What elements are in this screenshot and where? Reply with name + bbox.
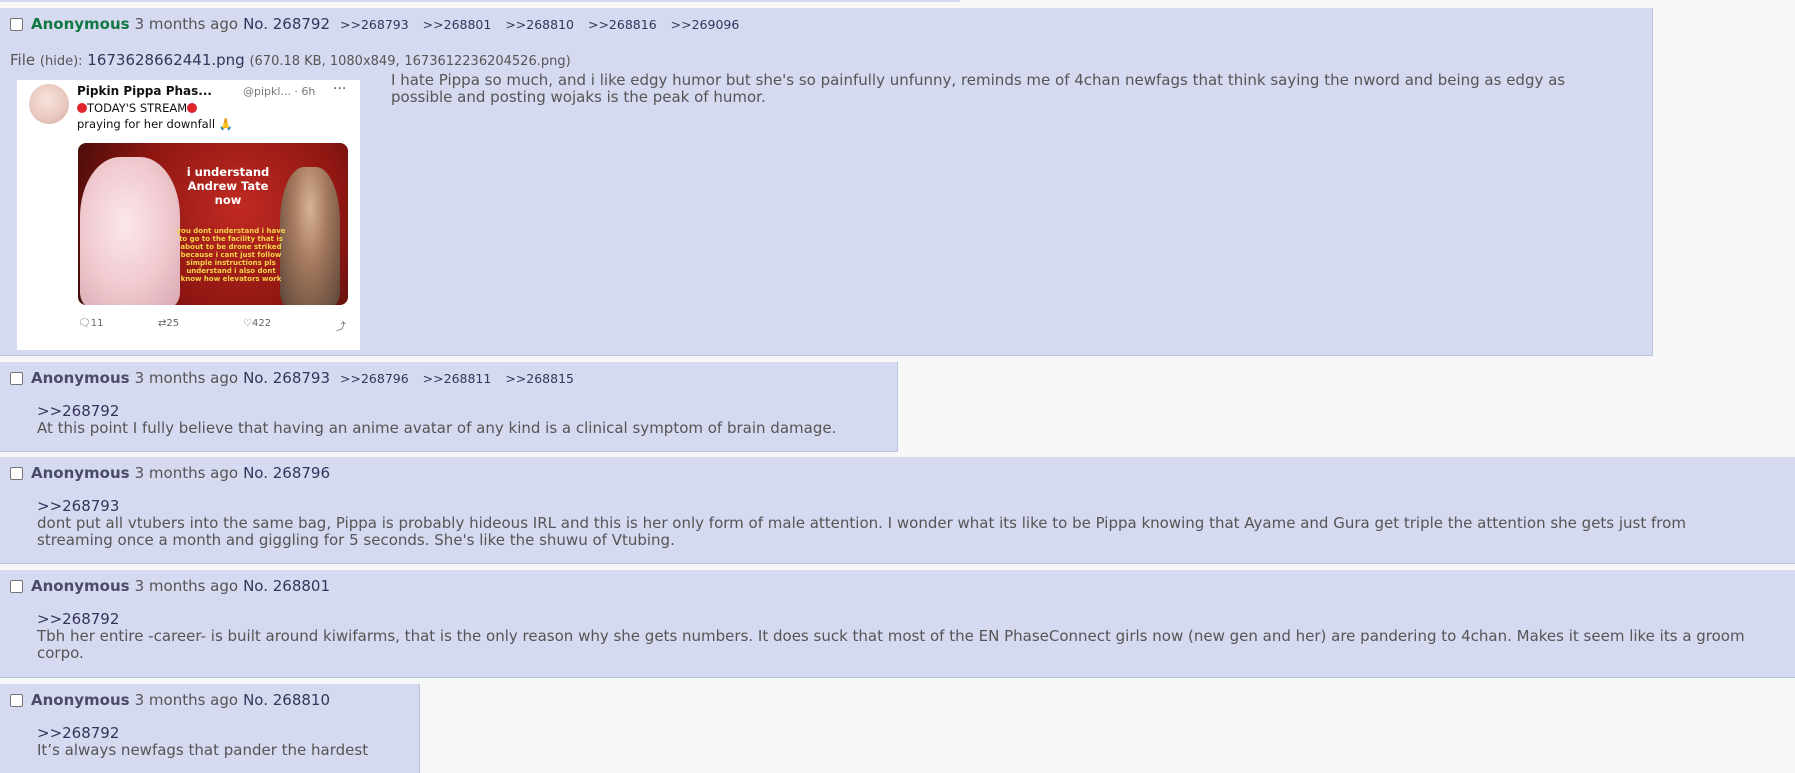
- backlink[interactable]: >>268801: [423, 17, 492, 32]
- poster-name: Anonymous: [31, 691, 130, 709]
- tweet-image: i understand Andrew Tate now you dont un…: [78, 143, 348, 305]
- post-header: Anonymous 3 months ago No. 268801: [10, 577, 340, 595]
- backlink[interactable]: >>268811: [423, 371, 492, 386]
- character-figure: [280, 167, 340, 305]
- post-header: Anonymous 3 months ago No. 268796: [10, 464, 340, 482]
- post-268796: Anonymous 3 months ago No. 268796 >>2687…: [0, 457, 1795, 564]
- meme-subcaption: you dont understand i have to go to the …: [176, 227, 286, 283]
- select-checkbox[interactable]: [10, 466, 23, 480]
- poster-name: Anonymous: [31, 369, 130, 387]
- post-body: >>268793 dont put all vtubers into the s…: [37, 498, 1757, 549]
- post-number[interactable]: No. 268792: [243, 15, 330, 33]
- post-date: 3 months ago: [134, 577, 239, 595]
- share-icon: ⤴: [336, 322, 346, 333]
- file-thumbnail[interactable]: Pipkin Pippa Phas... @pipkl... · 6h ··· …: [17, 80, 360, 350]
- tweet-author: Pipkin Pippa Phas...: [77, 84, 212, 98]
- red-circle-icon: [187, 103, 198, 113]
- tweet-line: praying for her downfall 🙏: [77, 117, 234, 131]
- backlink[interactable]: >>268796: [340, 371, 409, 386]
- backlink[interactable]: >>268816: [588, 17, 657, 32]
- select-checkbox[interactable]: [10, 579, 23, 593]
- post-body: I hate Pippa so much, and i like edgy hu…: [391, 71, 1566, 106]
- file-original-name: 1673612236204526.png): [404, 54, 571, 69]
- more-icon: ···: [333, 81, 347, 97]
- backlink[interactable]: >>268793: [340, 17, 409, 32]
- backlink[interactable]: >>268810: [505, 17, 574, 32]
- post-number[interactable]: No. 268796: [243, 464, 330, 482]
- post-date: 3 months ago: [134, 369, 239, 387]
- post-number[interactable]: No. 268793: [243, 369, 330, 387]
- post-268793: Anonymous 3 months ago No. 268793 >>2687…: [0, 362, 898, 452]
- select-checkbox[interactable]: [10, 17, 23, 31]
- post-body: >>268792 At this point I fully believe t…: [37, 403, 836, 437]
- quote-link[interactable]: >>268792: [37, 611, 1777, 628]
- quote-link[interactable]: >>268792: [37, 725, 368, 742]
- like-icon: ♡ 422: [243, 318, 272, 329]
- post-268801: Anonymous 3 months ago No. 268801 >>2687…: [0, 570, 1795, 678]
- select-checkbox[interactable]: [10, 693, 23, 707]
- post-text: At this point I fully believe that havin…: [37, 419, 837, 437]
- anime-avatar-figure: [80, 157, 180, 305]
- post-body: >>268792 It’s always newfags that pander…: [37, 725, 368, 759]
- poster-name: Anonymous: [31, 15, 130, 33]
- poster-name: Anonymous: [31, 464, 130, 482]
- post-text: dont put all vtubers into the same bag, …: [37, 514, 1686, 549]
- post-268810: Anonymous 3 months ago No. 268810 >>2687…: [0, 684, 420, 773]
- backlink[interactable]: >>269096: [671, 17, 740, 32]
- post-header: Anonymous 3 months ago No. 268810: [10, 691, 340, 709]
- tweet-avatar: [29, 84, 69, 124]
- red-circle-icon: [77, 103, 87, 113]
- tweet-line: TODAY'S STREAM: [77, 101, 198, 115]
- post-body: >>268792 Tbh her entire -career- is buil…: [37, 611, 1777, 662]
- file-meta: (670.18 KB, 1080x849,: [249, 54, 400, 69]
- top-divider: [0, 0, 960, 2]
- quote-link[interactable]: >>268793: [37, 498, 1757, 515]
- post-268792: Anonymous 3 months ago No. 268792 >>2687…: [0, 8, 1653, 356]
- post-text: Tbh her entire -career- is built around …: [37, 627, 1745, 662]
- backlinks: >>268793 >>268801 >>268810 >>268816 >>26…: [340, 17, 749, 32]
- file-info: File (hide): 1673628662441.png (670.18 K…: [10, 51, 571, 69]
- post-date: 3 months ago: [134, 15, 239, 33]
- reply-icon: 🗨 11: [78, 318, 104, 329]
- quote-link[interactable]: >>268792: [37, 403, 836, 420]
- post-header: Anonymous 3 months ago No. 268792 >>2687…: [10, 15, 749, 33]
- post-header: Anonymous 3 months ago No. 268793 >>2687…: [10, 369, 584, 387]
- post-date: 3 months ago: [134, 691, 239, 709]
- file-label: File: [10, 51, 36, 69]
- backlink[interactable]: >>268815: [505, 371, 574, 386]
- post-number[interactable]: No. 268810: [243, 691, 330, 709]
- file-link[interactable]: 1673628662441.png: [87, 51, 244, 69]
- post-number[interactable]: No. 268801: [243, 577, 330, 595]
- retweet-icon: ⇄ 25: [158, 318, 180, 329]
- post-date: 3 months ago: [134, 464, 239, 482]
- meme-caption: i understand Andrew Tate now: [186, 165, 270, 207]
- hide-link[interactable]: (hide):: [40, 54, 83, 69]
- backlinks: >>268796 >>268811 >>268815: [340, 371, 584, 386]
- select-checkbox[interactable]: [10, 371, 23, 385]
- tweet-handle: @pipkl... · 6h: [243, 85, 316, 98]
- post-text: It’s always newfags that pander the hard…: [37, 741, 369, 759]
- poster-name: Anonymous: [31, 577, 130, 595]
